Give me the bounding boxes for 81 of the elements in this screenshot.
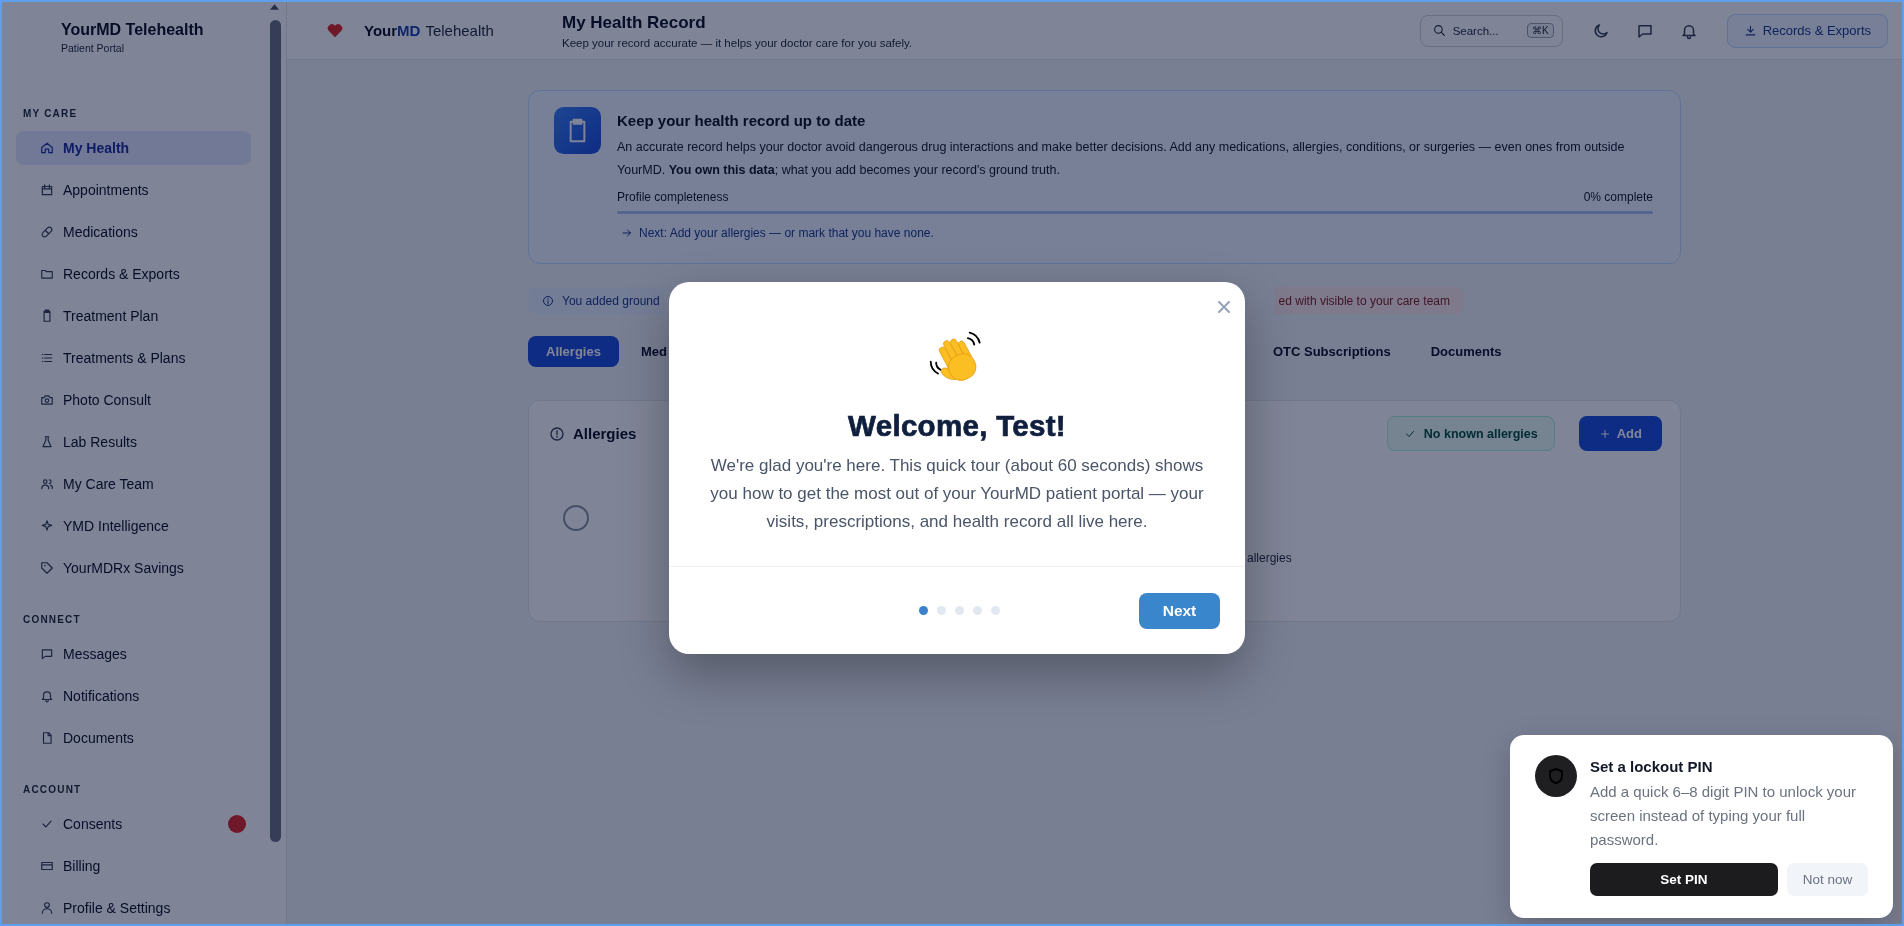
sidebar-item[interactable]: Messages bbox=[16, 637, 251, 671]
scrollbar-thumb[interactable] bbox=[270, 20, 281, 842]
records-exports-button[interactable]: Records & Exports bbox=[1726, 13, 1888, 48]
chat-icon bbox=[40, 647, 54, 661]
search-field[interactable]: Search... ⌘K bbox=[1419, 14, 1563, 47]
sidebar-brand: YourMD Telehealth bbox=[61, 20, 205, 40]
tab[interactable]: Med bbox=[622, 336, 667, 367]
page-subtitle: Keep your record accurate — it helps your doctor care for you safely. bbox=[562, 37, 914, 49]
next-button[interactable]: Next bbox=[1139, 592, 1220, 629]
set-pin-button[interactable]: Set PIN bbox=[1590, 863, 1778, 896]
scroll-up-arrow-icon[interactable] bbox=[270, 4, 279, 10]
sidebar-item[interactable]: Documents bbox=[16, 721, 251, 755]
tab[interactable]: OTC Subscriptions bbox=[1254, 336, 1409, 367]
clipboard-icon bbox=[554, 107, 601, 154]
camera-icon bbox=[40, 393, 54, 407]
sidebar-item[interactable]: Treatment Plan bbox=[16, 299, 251, 333]
sidebar-item[interactable]: Notifications bbox=[16, 679, 251, 713]
info-icon bbox=[542, 294, 554, 307]
empty-state-text: allergies bbox=[1247, 551, 1292, 565]
not-now-button[interactable]: Not now bbox=[1787, 863, 1868, 896]
section-heading: CONNECT bbox=[22, 614, 82, 626]
add-button[interactable]: Add bbox=[1578, 416, 1662, 451]
list-icon bbox=[40, 351, 54, 365]
people-icon bbox=[40, 477, 54, 491]
document-icon bbox=[40, 731, 54, 745]
home-icon bbox=[40, 141, 54, 155]
page-title: My Health Record bbox=[562, 12, 707, 33]
sidebar-item[interactable]: Profile & Settings bbox=[16, 891, 251, 924]
sidebar-item[interactable]: Consents bbox=[16, 807, 251, 841]
shortcut-key: ⌘K bbox=[1526, 23, 1554, 38]
folder-icon bbox=[40, 267, 54, 281]
alert-icon bbox=[549, 425, 565, 442]
sidebar-item[interactable]: Treatments & Plans bbox=[16, 341, 251, 375]
calendar-icon bbox=[40, 183, 54, 197]
prompt-text: Add a quick 6–8 digit PIN to unlock your screen instead of typing your full password. bbox=[1590, 782, 1857, 850]
pill-icon bbox=[40, 225, 54, 239]
progress-label: Profile completeness bbox=[617, 190, 729, 204]
card-icon bbox=[40, 859, 54, 873]
brand-accent: MD bbox=[397, 22, 421, 39]
heart-icon bbox=[327, 23, 343, 38]
brand-product: Telehealth bbox=[425, 22, 494, 39]
progress-reading: 0% complete bbox=[1583, 190, 1653, 204]
plus-icon bbox=[1598, 427, 1611, 440]
sidebar-item[interactable]: Billing bbox=[16, 849, 251, 883]
arrow-right-icon bbox=[621, 227, 633, 239]
shield-icon bbox=[1535, 755, 1577, 797]
sidebar-item[interactable]: Records & Exports bbox=[16, 257, 251, 291]
sidebar-item[interactable]: YourMDRx Savings bbox=[16, 551, 251, 585]
notice-text: You added ground bbox=[562, 293, 660, 308]
brand-name: Your bbox=[364, 22, 398, 39]
sidebar-item[interactable]: My Health bbox=[16, 131, 251, 165]
section-heading: ACCOUNT bbox=[22, 784, 83, 796]
sidebar-item[interactable]: Appointments bbox=[16, 173, 251, 207]
sidebar-item[interactable]: My Care Team bbox=[16, 467, 251, 501]
bell-icon bbox=[40, 689, 54, 703]
sidebar-item[interactable]: Lab Results bbox=[16, 425, 251, 459]
sidebar-subtitle: Patient Portal bbox=[61, 42, 126, 54]
no-known-allergies-button[interactable]: No known allergies bbox=[1386, 416, 1555, 451]
prompt-title: Set a lockout PIN bbox=[1590, 757, 1714, 777]
card-title: Allergies bbox=[573, 425, 637, 442]
banner-text: An accurate record helps your doctor avoid dangerous drug interactions and make better decisions. Add any medications, allergies, conditions, or surgeries — even ones from outside YourMD. You own this data; what you add becomes your record's ground truth. bbox=[617, 139, 1626, 179]
close-icon[interactable] bbox=[1218, 301, 1230, 313]
sparkle-icon bbox=[40, 519, 54, 533]
tab[interactable]: Documents bbox=[1412, 336, 1520, 367]
dialog-title: Welcome, Test! bbox=[848, 408, 1066, 444]
flask-icon bbox=[40, 435, 54, 449]
search-icon bbox=[1432, 24, 1446, 37]
clipboard-icon bbox=[40, 309, 54, 323]
tag-icon bbox=[40, 561, 54, 575]
download-icon bbox=[1743, 24, 1757, 37]
notice-text: ed with visible to your care team bbox=[1278, 293, 1450, 308]
banner-title: Keep your health record up to date bbox=[617, 111, 867, 131]
user-icon bbox=[40, 901, 54, 915]
section-heading: MY CARE bbox=[22, 108, 79, 120]
sidebar-item[interactable]: Photo Consult bbox=[16, 383, 251, 417]
empty-state-icon bbox=[562, 504, 590, 532]
tab[interactable]: Allergies bbox=[528, 336, 619, 367]
sidebar-item[interactable]: Medications bbox=[16, 215, 251, 249]
next-step-link[interactable]: Next: Add your allergies — or mark that you have none. bbox=[639, 226, 934, 240]
sidebar-item[interactable]: YMD Intelligence bbox=[16, 509, 251, 543]
dialog-text: We're glad you're here. This quick tour (about 60 seconds) shows you how to get the most out of your YourMD patient portal — your visits, prescriptions, and health record all live here. bbox=[709, 455, 1205, 533]
